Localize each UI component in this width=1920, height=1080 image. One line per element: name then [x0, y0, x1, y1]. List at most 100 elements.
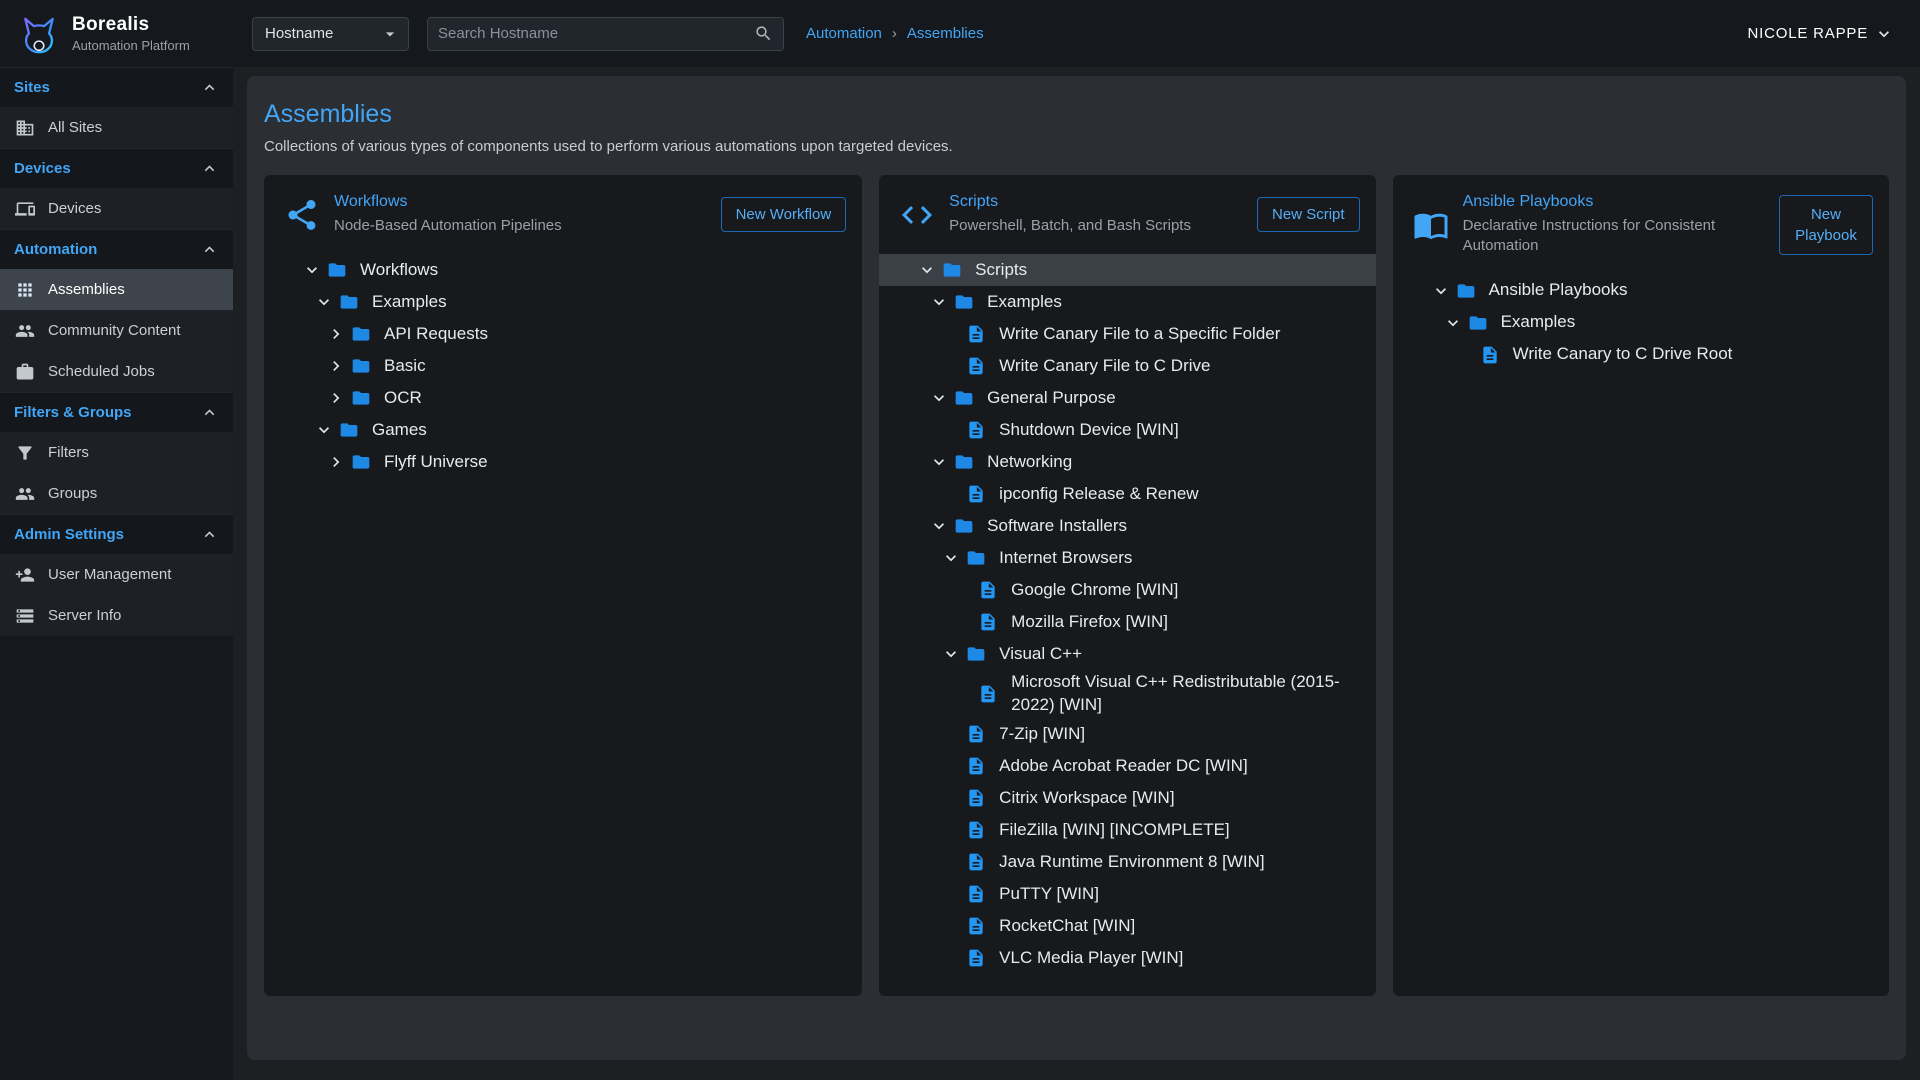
file-icon: [966, 948, 986, 968]
tree-folder-scripts[interactable]: Scripts: [879, 254, 1375, 286]
file-icon: [978, 684, 998, 704]
tree-folder-flyff-universe[interactable]: Flyff Universe: [264, 446, 862, 478]
tree-file-filezilla-win-incomplete[interactable]: FileZilla [WIN] [INCOMPLETE]: [879, 814, 1375, 846]
card-subtitle: Powershell, Batch, and Bash Scripts: [949, 216, 1243, 236]
tree-file-vlc-media-player-win[interactable]: VLC Media Player [WIN]: [879, 942, 1375, 974]
tree-folder-networking[interactable]: Networking: [879, 446, 1375, 478]
chevron-right-icon[interactable]: [321, 356, 351, 376]
chevron-down-icon[interactable]: [924, 292, 954, 312]
sidebar-section-automation[interactable]: Automation: [0, 229, 233, 269]
card-scripts: Scripts Powershell, Batch, and Bash Scri…: [879, 175, 1375, 996]
tree-file-mozilla-firefox-win[interactable]: Mozilla Firefox [WIN]: [879, 606, 1375, 638]
tree-folder-ocr[interactable]: OCR: [264, 382, 862, 414]
tree-file-write-canary-file-to-a-specific-folder[interactable]: Write Canary File to a Specific Folder: [879, 318, 1375, 350]
tree-folder-internet-browsers[interactable]: Internet Browsers: [879, 542, 1375, 574]
tree-label: Workflows: [360, 259, 450, 282]
tree-folder-workflows[interactable]: Workflows: [264, 254, 862, 286]
page-description: Collections of various types of componen…: [264, 138, 1889, 155]
file-icon: [966, 724, 986, 744]
chevron-down-icon[interactable]: [924, 516, 954, 536]
tree-folder-examples[interactable]: Examples: [1393, 307, 1889, 339]
chevron-down-icon[interactable]: [1438, 313, 1468, 333]
tree-folder-games[interactable]: Games: [264, 414, 862, 446]
new-workflow-button[interactable]: New Workflow: [721, 197, 847, 232]
breadcrumb-automation[interactable]: Automation: [806, 25, 882, 42]
chevron-up-icon: [200, 78, 219, 97]
chevron-down-icon[interactable]: [912, 260, 942, 280]
sidebar-section-sites[interactable]: Sites: [0, 67, 233, 107]
tree-folder-basic[interactable]: Basic: [264, 350, 862, 382]
tree-label: Write Canary to C Drive Root: [1513, 343, 1745, 366]
tree-file-write-canary-to-c-drive-root[interactable]: Write Canary to C Drive Root: [1393, 339, 1889, 371]
sidebar-item-assemblies[interactable]: Assemblies: [0, 269, 233, 310]
tree-label: OCR: [384, 387, 434, 410]
tree-file-7-zip-win[interactable]: 7-Zip [WIN]: [879, 718, 1375, 750]
sidebar-item-all-sites[interactable]: All Sites: [0, 107, 233, 148]
tree-file-adobe-acrobat-reader-dc-win[interactable]: Adobe Acrobat Reader DC [WIN]: [879, 750, 1375, 782]
chevron-down-icon[interactable]: [936, 644, 966, 664]
search-hostname-input[interactable]: [438, 25, 754, 42]
tree-folder-ansible-playbooks[interactable]: Ansible Playbooks: [1393, 275, 1889, 307]
chevron-down-icon[interactable]: [309, 420, 339, 440]
chevron-down-icon[interactable]: [924, 452, 954, 472]
tree-label: Examples: [372, 291, 459, 314]
tree-folder-visual-c[interactable]: Visual C++: [879, 638, 1375, 670]
file-icon: [966, 324, 986, 344]
sidebar-item-filters[interactable]: Filters: [0, 432, 233, 473]
chevron-down-icon[interactable]: [1426, 281, 1456, 301]
new-script-button[interactable]: New Script: [1257, 197, 1360, 232]
caret-down-icon: [380, 24, 400, 44]
user-menu[interactable]: NICOLE RAPPE: [1748, 24, 1894, 44]
tree-folder-general-purpose[interactable]: General Purpose: [879, 382, 1375, 414]
chevron-down-icon[interactable]: [936, 548, 966, 568]
sidebar-section-admin-settings[interactable]: Admin Settings: [0, 514, 233, 554]
chevron-up-icon: [200, 403, 219, 422]
tree-file-ipconfig-release-renew[interactable]: ipconfig Release & Renew: [879, 478, 1375, 510]
sidebar-item-groups[interactable]: Groups: [0, 473, 233, 514]
chevron-right-icon[interactable]: [321, 452, 351, 472]
tree-folder-software-installers[interactable]: Software Installers: [879, 510, 1375, 542]
sidebar-item-community-content[interactable]: Community Content: [0, 310, 233, 351]
file-icon: [966, 852, 986, 872]
tree-file-citrix-workspace-win[interactable]: Citrix Workspace [WIN]: [879, 782, 1375, 814]
tree-folder-examples[interactable]: Examples: [264, 286, 862, 318]
card-title: Ansible Playbooks: [1463, 193, 1765, 211]
folder-icon: [339, 420, 359, 440]
tree-label: Games: [372, 419, 439, 442]
folder-icon: [351, 324, 371, 344]
folder-icon: [966, 548, 986, 568]
tree-file-microsoft-visual-c-redistributable-2015-2022-win[interactable]: Microsoft Visual C++ Redistributable (20…: [879, 670, 1375, 718]
tree-folder-api-requests[interactable]: API Requests: [264, 318, 862, 350]
search-hostname-box: [427, 17, 784, 51]
sidebar-section-filters-groups[interactable]: Filters & Groups: [0, 392, 233, 432]
tree-file-write-canary-file-to-c-drive[interactable]: Write Canary File to C Drive: [879, 350, 1375, 382]
tree-file-google-chrome-win[interactable]: Google Chrome [WIN]: [879, 574, 1375, 606]
tree-file-putty-win[interactable]: PuTTY [WIN]: [879, 878, 1375, 910]
card-header: Ansible Playbooks Declarative Instructio…: [1393, 175, 1889, 269]
tree-file-rocketchat-win[interactable]: RocketChat [WIN]: [879, 910, 1375, 942]
sidebar-item-server-info[interactable]: Server Info: [0, 595, 233, 636]
chevron-down-icon[interactable]: [297, 260, 327, 280]
new-playbook-button[interactable]: New Playbook: [1779, 195, 1873, 255]
breadcrumb-assemblies[interactable]: Assemblies: [907, 25, 984, 42]
chevron-down-icon[interactable]: [924, 388, 954, 408]
chevron-right-icon[interactable]: [321, 324, 351, 344]
chevron-right-icon[interactable]: [321, 388, 351, 408]
sidebar-section-devices[interactable]: Devices: [0, 148, 233, 188]
tree-label: Citrix Workspace [WIN]: [999, 787, 1186, 810]
tree-file-java-runtime-environment-8-win[interactable]: Java Runtime Environment 8 [WIN]: [879, 846, 1375, 878]
brand-subtitle: Automation Platform: [72, 38, 190, 53]
sidebar-section-items: All Sites: [0, 107, 233, 148]
chevron-down-icon[interactable]: [309, 292, 339, 312]
tree-label: Examples: [1501, 311, 1588, 334]
sidebar-item-devices[interactable]: Devices: [0, 188, 233, 229]
sidebar-section-label: Sites: [14, 79, 50, 96]
sidebar-item-scheduled-jobs[interactable]: Scheduled Jobs: [0, 351, 233, 392]
tree-folder-examples[interactable]: Examples: [879, 286, 1375, 318]
sidebar-item-user-management[interactable]: User Management: [0, 554, 233, 595]
tree-file-shutdown-device-win[interactable]: Shutdown Device [WIN]: [879, 414, 1375, 446]
brand-name: Borealis: [72, 14, 190, 36]
sidebar-section-label: Admin Settings: [14, 526, 124, 543]
hostname-select[interactable]: Hostname: [252, 17, 409, 51]
folder-icon: [954, 292, 974, 312]
